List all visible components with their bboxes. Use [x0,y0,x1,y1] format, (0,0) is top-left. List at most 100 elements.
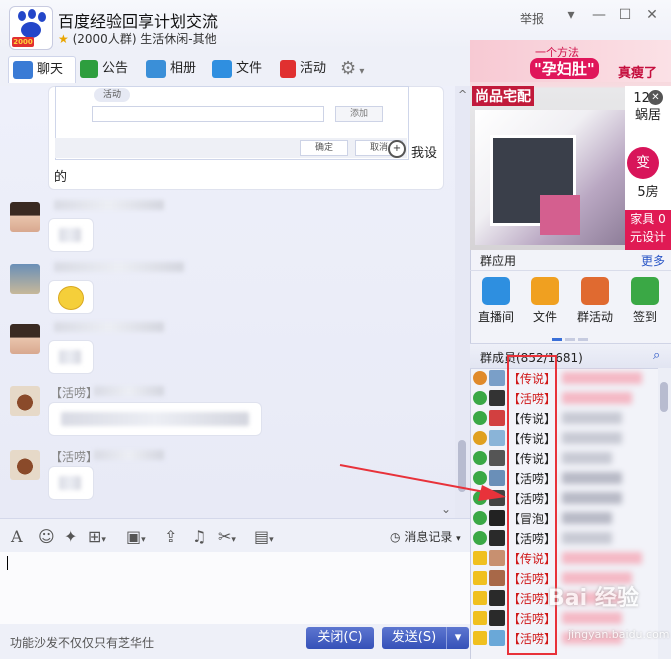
member-row[interactable]: 【活唠】 [470,528,658,548]
avatar[interactable] [10,386,40,416]
sender-name-blurred [94,386,164,396]
message-text: 的 [54,170,68,185]
avatar[interactable] [10,202,40,232]
maximize-icon[interactable]: ☐ [616,6,634,24]
member-list[interactable]: 【传说】 【活唠】 【传说】 【传说】 【传说】 【活唠】 【活唠】 【冒泡】 … [470,368,658,659]
paw-icon [18,11,26,21]
scissors-icon[interactable]: ✂▾ [218,527,236,546]
menu-dropdown-icon[interactable]: ▾ [562,6,580,24]
more-tools-icon[interactable]: ▤▾ [254,527,274,546]
tab-chat[interactable]: 聊天 [8,56,76,83]
app-label: 直播间 [477,310,514,324]
group-logo[interactable]: 2000 [9,6,53,50]
paw-icon [28,9,36,19]
zoom-in-icon[interactable]: + [388,140,406,158]
member-scroll-thumb[interactable] [660,382,668,412]
report-button[interactable]: 举报 [520,10,544,27]
member-name-blurred [562,492,622,504]
event-flag-icon [280,59,296,78]
close-icon[interactable]: ✕ [643,6,661,24]
close-button[interactable]: 关闭(C) [306,627,374,649]
footer-ad-text[interactable]: 功能沙发不仅仅只有芝华仕 [10,634,154,651]
app-group-event[interactable]: 群活动 [572,277,618,325]
ad-side-text2: 5房 [637,185,659,200]
app-checkin[interactable]: 签到 [622,277,668,325]
embedded-add-button: 添加 [335,106,383,122]
avatar[interactable] [10,450,40,480]
magic-wand-icon[interactable]: ✦ [64,527,77,546]
tab-announcement[interactable]: 公告 [80,56,128,82]
message-history-button[interactable]: ◷ 消息记录 ▾ [390,528,461,545]
send-options-chevron-icon[interactable]: ▾ [446,627,469,649]
music-icon[interactable]: ♫ [192,527,206,546]
avatar[interactable] [10,264,40,294]
avatar [489,610,505,626]
message-bubble [48,218,94,252]
send-button[interactable]: 发送(S) [382,627,446,649]
avatar[interactable] [10,324,40,354]
tab-bar: 聊天 公告 相册 文件 活动 ⚙ ▾ [0,50,470,87]
member-name-blurred [562,612,622,624]
message-input[interactable] [0,552,470,624]
avatar [489,430,505,446]
sender-name-blurred [94,450,164,460]
member-row[interactable]: 【传说】 [470,368,658,388]
avatar [489,590,505,606]
search-icon[interactable]: ⌕ [653,348,660,363]
apps-more-link[interactable]: 更多 [641,252,665,269]
group-title: 百度经验回享计划交流 [58,12,219,31]
avatar [489,530,505,546]
minimize-icon[interactable]: — [590,6,608,24]
ad-slogan-end: 真瘦了 [618,66,658,81]
member-row[interactable]: 【活唠】 [470,388,658,408]
tab-label: 相册 [170,61,197,76]
embedded-activity-tag: 活动 [94,88,130,102]
chat-history[interactable]: 活动 添加 确定 取消 + 我设 的 【活唠】 【活唠】 ⌄ [0,86,455,518]
app-label: 群活动 [576,310,613,324]
font-icon[interactable]: A [11,527,23,546]
ad-bottom-text: 家具 0元设计 [625,210,671,250]
emoji-icon[interactable]: ☺ [38,527,55,546]
star-icon [473,591,487,605]
member-name-blurred [562,452,612,464]
apps-pager[interactable] [552,330,588,344]
annotation-arrow [339,464,506,501]
text-caret [7,556,8,570]
collapse-up-icon[interactable]: ^ [458,88,467,101]
user-icon [473,531,487,545]
ad-side-circle: 变 [627,147,659,179]
settings-gear-icon[interactable]: ⚙ ▾ [340,56,364,82]
tab-events[interactable]: 活动 [280,56,326,82]
app-live-room[interactable]: 直播间 [473,277,519,325]
member-name-blurred [562,412,622,424]
avatar [489,370,505,386]
group-event-icon [581,277,609,305]
message-bubble [48,402,262,436]
user-icon [473,511,487,525]
sender-name-blurred [54,262,184,272]
sender-name-blurred [54,200,164,210]
member-name-blurred [562,532,612,544]
user-icon [473,431,487,445]
star-icon: ★ [58,32,69,46]
history-label: 消息记录 [404,530,453,544]
ad-close-icon[interactable]: ✕ [648,90,663,105]
member-row[interactable]: 【传说】 [470,428,658,448]
tab-album[interactable]: 相册 [146,56,196,82]
paw-icon [21,22,41,38]
apps-title: 群应用 [480,254,517,268]
app-files[interactable]: 文件 [522,277,568,325]
clock-icon: ◷ [390,530,401,544]
member-name-blurred [562,372,642,384]
member-row[interactable]: 【冒泡】 [470,508,658,528]
avatar [489,550,505,566]
group-subtitle-text: (2000人群) 生活休闲-其他 [72,32,217,46]
upload-icon[interactable]: ⇪ [164,527,177,546]
photo-icon [146,59,166,78]
image-icon[interactable]: ▣▾ [126,527,146,546]
tab-files[interactable]: 文件 [212,56,262,82]
member-row[interactable]: 【传说】 [470,408,658,428]
tab-label: 公告 [102,61,129,76]
gift-icon[interactable]: ⊞▾ [88,527,106,546]
member-row[interactable]: 【传说】 [470,548,658,568]
